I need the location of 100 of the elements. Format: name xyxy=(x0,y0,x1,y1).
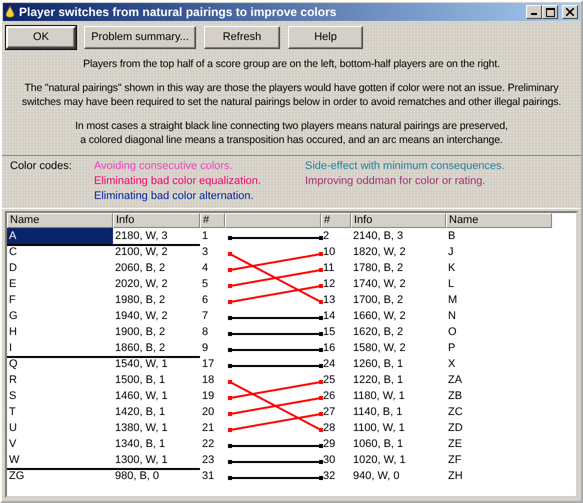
table-cell-text: 1660, W, 2 xyxy=(352,308,407,324)
table-cell-text: B xyxy=(447,228,456,244)
table-cell-text: 1220, B, 1 xyxy=(352,372,404,388)
table-cell-text: 13 xyxy=(322,292,336,308)
table-cell-text: 30 xyxy=(322,452,336,468)
table-cell-text: 27 xyxy=(322,404,336,420)
table-cell-text: T xyxy=(8,404,17,420)
table-cell-text: E xyxy=(8,276,18,292)
minimize-button[interactable] xyxy=(526,5,542,19)
dialog-button[interactable]: Problem summary... xyxy=(84,26,196,49)
legend-item: Eliminating bad color alternation. xyxy=(94,190,255,204)
table-cell-text: ZH xyxy=(447,468,464,484)
table-cell-text: U xyxy=(8,420,18,436)
table-cell-text: 1940, W, 2 xyxy=(114,308,169,324)
table-cell-text: 25 xyxy=(322,372,336,388)
table-cell-text: ZA xyxy=(447,372,464,388)
dialog-button[interactable]: Help xyxy=(288,26,363,49)
table-cell-text: 1340, B, 1 xyxy=(114,436,166,452)
table-cell-text: L xyxy=(447,276,456,292)
close-button[interactable] xyxy=(562,5,578,19)
table-cell-text: 1 xyxy=(201,228,210,244)
table-cell-text: V xyxy=(8,436,18,452)
table-cell-text: 19 xyxy=(201,388,216,404)
dialog-button[interactable]: Refresh xyxy=(204,26,280,49)
table-cell-text: ZB xyxy=(447,388,464,404)
table-cell-text: 1780, B, 2 xyxy=(352,260,404,276)
table-cell-text: H xyxy=(8,324,18,340)
column-header[interactable]: # xyxy=(200,212,225,228)
table-cell-text: 2 xyxy=(322,228,330,244)
table-cell-text: 18 xyxy=(201,372,216,388)
info-text: Players from the top half of a score group are on the left, bottom-half players are on the right. xyxy=(82,57,501,71)
table-cell-text: 1980, B, 2 xyxy=(114,292,166,308)
table-cell-text: 24 xyxy=(322,356,336,372)
table-cell: I xyxy=(7,340,113,358)
column-header[interactable]: Name xyxy=(7,212,113,228)
table-cell-text: 1540, W, 1 xyxy=(114,356,169,372)
table-cell[interactable]: A xyxy=(7,228,113,246)
table-cell-text: 2060, B, 2 xyxy=(114,260,166,276)
table-cell-text: 11 xyxy=(322,260,336,276)
maximize-icon xyxy=(546,8,554,16)
table-cell: 1300, W, 1 xyxy=(113,452,200,470)
table-cell: 2180, W, 3 xyxy=(113,228,200,246)
table-cell-text: J xyxy=(447,244,454,260)
table-cell-text: 26 xyxy=(322,388,336,404)
table-cell-text: ZC xyxy=(447,404,464,420)
legend-item: Eliminating bad color equalization. xyxy=(94,175,262,188)
minimize-icon xyxy=(531,13,537,15)
close-icon xyxy=(566,8,574,16)
column-header[interactable]: # xyxy=(321,212,351,228)
table-cell-text: 8 xyxy=(201,324,210,340)
table-cell-text: F xyxy=(8,292,17,308)
table-cell-text: 2100, W, 2 xyxy=(114,244,169,260)
table-cell-text: C xyxy=(8,244,18,260)
table-cell-text: 1380, W, 1 xyxy=(114,420,169,436)
table-cell-text: 1700, B, 2 xyxy=(352,292,404,308)
table-cell-text: 28 xyxy=(322,420,336,436)
legend-item: Side-effect with minimum consequences. xyxy=(305,160,505,174)
table-cell-text: 1580, W, 2 xyxy=(352,340,407,356)
info-text: In most cases a straight black line connecting two players means natural pairings are preserved, a colored diagonal line means a transposition has occured, and an arc means an interchange. xyxy=(74,119,509,147)
table-cell-text: 6 xyxy=(201,292,210,308)
info-text: The "natural pairings" shown in this way are those the players would have gotten if color were not an issue. Preliminary switches may have been required to set the natural pairings below in order to avoid rematches and other illegal pairings. xyxy=(20,81,562,109)
column-header[interactable] xyxy=(225,212,321,228)
table-cell-text: 1820, W, 2 xyxy=(352,244,407,260)
table-cell-text: 980, B, 0 xyxy=(114,468,160,484)
table-cell-text: R xyxy=(8,372,18,388)
table-cell-text: X xyxy=(447,356,456,372)
legend-item: Improving oddman for color or rating. xyxy=(305,175,486,188)
table-cell-text: 3 xyxy=(201,244,210,260)
column-header[interactable]: Name xyxy=(446,212,552,228)
table-cell-text: P xyxy=(447,340,456,356)
window-title: Player switches from natural pairings to improve colors xyxy=(19,4,338,20)
column-header[interactable]: Info xyxy=(351,212,446,228)
legend-label: Color codes: xyxy=(10,160,73,174)
table-cell-text: ZG xyxy=(8,468,26,484)
table-cell-text: 7 xyxy=(201,308,210,324)
table-cell: 1860, B, 2 xyxy=(113,340,200,358)
table-cell-text: Q xyxy=(8,356,19,372)
table-cell-text: 15 xyxy=(322,324,336,340)
table-cell-text: 1140, B, 1 xyxy=(352,404,404,420)
table-cell-text: 4 xyxy=(201,260,210,276)
table-cell-text: 22 xyxy=(201,436,216,452)
table-cell-text: 16 xyxy=(322,340,336,356)
table-cell-text: 9 xyxy=(201,340,210,356)
table-cell-text: 1020, W, 1 xyxy=(352,452,407,468)
table-cell-text: D xyxy=(8,260,18,276)
table-cell-text: 940, W, 0 xyxy=(352,468,400,484)
table-cell-text: 10 xyxy=(322,244,336,260)
table-cell-text: 5 xyxy=(201,276,210,292)
table-cell-text: 1620, B, 2 xyxy=(352,324,404,340)
dialog-button[interactable]: OK xyxy=(6,26,76,49)
table-cell-text: 1100, W, 1 xyxy=(352,420,406,436)
table-cell-text: 1740, W, 2 xyxy=(352,276,407,292)
table-cell-text: 1500, B, 1 xyxy=(114,372,166,388)
table-cell-text: 1260, B, 1 xyxy=(352,356,404,372)
table-cell-text: M xyxy=(447,292,458,308)
column-header[interactable]: Info xyxy=(113,212,200,228)
table-cell: W xyxy=(7,452,113,470)
maximize-button[interactable] xyxy=(542,5,558,19)
table-cell-text: 31 xyxy=(201,468,216,484)
table-cell-text: 1060, B, 1 xyxy=(352,436,404,452)
